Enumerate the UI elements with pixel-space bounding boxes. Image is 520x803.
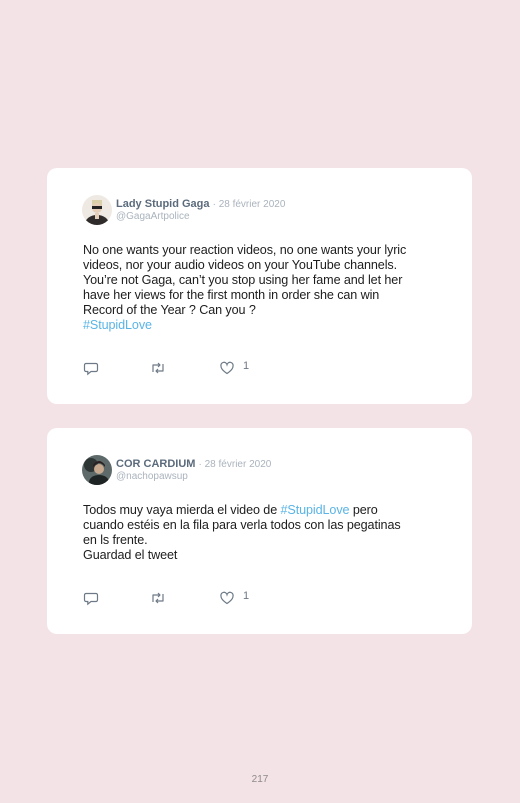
retweet-icon[interactable] (149, 590, 167, 611)
tweet-text-line: No one wants your reaction videos, no on… (83, 243, 407, 257)
tweet-text: No one wants your reaction videos, no on… (83, 243, 443, 333)
avatar[interactable] (82, 195, 112, 225)
tweet-text-line: Guardad el tweet (83, 548, 178, 562)
display-name[interactable]: Lady Stupid Gaga (116, 198, 210, 210)
tweet-date[interactable]: 28 février 2020 (205, 459, 272, 470)
handle[interactable]: @GagaArtpolice (116, 211, 190, 222)
display-name[interactable]: COR CARDIUM (116, 458, 195, 470)
tweet-text-segment: Todos muy vaya mierda el video de (83, 503, 281, 517)
tweet-card: COR CARDIUM · 28 février 2020 @nachopaws… (47, 428, 472, 634)
tweet-text-line: videos, nor your audio videos on your Yo… (83, 258, 397, 272)
handle[interactable]: @nachopawsup (116, 471, 188, 482)
tweet-text: Todos muy vaya mierda el video de #Stupi… (83, 503, 443, 563)
hashtag-link[interactable]: #StupidLove (281, 503, 350, 517)
tweet-text-line: have her views for the first month in or… (83, 288, 380, 302)
tweet-date[interactable]: 28 février 2020 (219, 199, 286, 210)
tweet-header: Lady Stupid Gaga · 28 février 2020 (116, 198, 285, 211)
retweet-icon[interactable] (149, 360, 167, 381)
tweet-text-line: You’re not Gaga, can’t you stop using he… (83, 273, 403, 287)
tweet-text-segment: pero (349, 503, 378, 517)
page-number: 217 (251, 774, 269, 785)
like-count: 1 (243, 360, 250, 372)
heart-icon[interactable] (219, 590, 235, 611)
tweet-text-line: en ls frente. (83, 533, 148, 547)
tweet-actions: 1 (83, 590, 283, 606)
heart-icon[interactable] (219, 360, 235, 381)
tweet-text-line: cuando estéis en la fila para verla todo… (83, 518, 401, 532)
reply-icon[interactable] (83, 360, 99, 381)
tweet-text-line: Record of the Year ? Can you ? (83, 303, 256, 317)
tweet-card: Lady Stupid Gaga · 28 février 2020 @Gaga… (47, 168, 472, 404)
avatar[interactable] (82, 455, 112, 485)
reply-icon[interactable] (83, 590, 99, 611)
tweet-header: COR CARDIUM · 28 février 2020 (116, 458, 271, 471)
hashtag-link[interactable]: #StupidLove (83, 318, 443, 333)
tweet-actions: 1 (83, 360, 283, 376)
tweet-text-line: Todos muy vaya mierda el video de #Stupi… (83, 503, 443, 518)
like-count: 1 (243, 590, 250, 602)
